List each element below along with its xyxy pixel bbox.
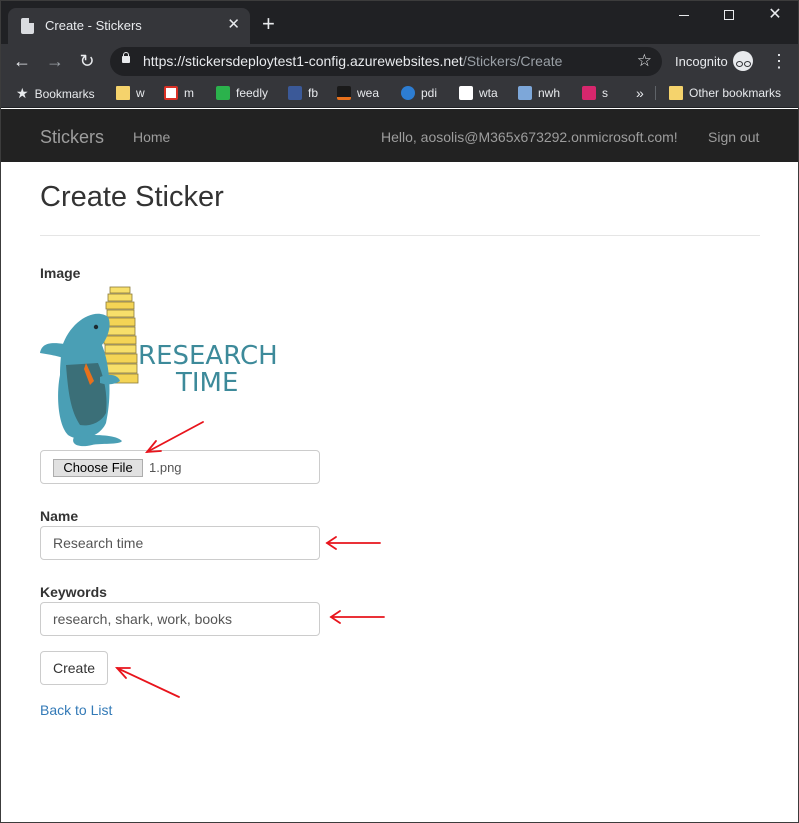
wta-icon: [459, 86, 473, 100]
minimize-window-icon[interactable]: [674, 6, 694, 24]
pdi-icon: [401, 86, 415, 100]
bookmark-item-s[interactable]: s: [582, 85, 608, 101]
bookmark-item-nwh[interactable]: nwh: [518, 85, 560, 101]
name-field[interactable]: [40, 526, 320, 560]
address-bar[interactable]: https://stickersdeploytest1-config.azure…: [110, 47, 662, 76]
bookmark-label: Bookmarks: [34, 87, 95, 101]
url-path: /Stickers/Create: [462, 53, 563, 69]
bookmarks-bar: ★ Bookmarks w m feedly fb wea pdi wta nwh…: [0, 78, 799, 108]
bookmark-label: feedly: [236, 86, 269, 100]
bookmark-label: nwh: [538, 86, 561, 100]
annotation-arrow-name: [325, 536, 381, 550]
bookmark-item-m[interactable]: m: [164, 85, 194, 101]
bookmark-star-icon[interactable]: ☆: [637, 51, 652, 71]
selected-file-name: 1.png: [149, 460, 182, 475]
s-icon: [582, 86, 596, 100]
url-host: https://stickersdeploytest1-config.azure…: [143, 53, 463, 69]
name-label: Name: [40, 508, 79, 524]
page-favicon-icon: [21, 18, 34, 34]
gmail-icon: [164, 86, 178, 100]
browser-tab[interactable]: Create - Stickers ✕: [8, 8, 250, 44]
star-icon: ★: [16, 85, 29, 101]
bookmark-label: wta: [479, 86, 498, 100]
bookmark-item-w[interactable]: w: [116, 85, 145, 101]
keywords-label: Keywords: [40, 584, 107, 600]
sticker-text-line1: RESEARCH: [138, 341, 278, 371]
folder-icon: [669, 86, 683, 100]
create-button[interactable]: Create: [40, 651, 108, 685]
lock-icon[interactable]: [122, 52, 130, 63]
new-tab-icon[interactable]: +: [262, 13, 275, 35]
reload-icon[interactable]: ↻: [77, 51, 97, 71]
browser-title-bar: Create - Stickers ✕ + ✕: [0, 0, 799, 44]
maximize-window-icon[interactable]: [719, 6, 739, 24]
annotation-arrow-keywords: [329, 610, 385, 624]
nav-home-link[interactable]: Home: [133, 129, 170, 145]
bookmark-item-bookmarks[interactable]: ★ Bookmarks: [16, 85, 95, 101]
bookmark-label: pdi: [421, 86, 438, 100]
bookmarks-separator: [655, 86, 656, 100]
nwh-icon: [518, 86, 532, 100]
back-arrow-icon[interactable]: ←: [12, 51, 32, 71]
bookmark-label: Other bookmarks: [689, 86, 782, 100]
bookmarks-overflow-icon[interactable]: »: [636, 85, 644, 101]
bookmark-item-feedly[interactable]: feedly: [216, 85, 268, 101]
bookmark-label: m: [184, 86, 194, 100]
bookmark-item-wea[interactable]: wea: [337, 85, 379, 101]
bookmark-label: fb: [308, 86, 319, 100]
title-divider: [40, 235, 760, 236]
browser-toolbar: ← → ↻ https://stickersdeploytest1-config…: [0, 44, 799, 78]
bookmark-item-other[interactable]: Other bookmarks: [669, 85, 781, 101]
annotation-arrow-create: [114, 667, 180, 698]
feedly-icon: [216, 86, 230, 100]
choose-file-button[interactable]: Choose File: [53, 459, 143, 477]
weather-icon: [337, 86, 351, 100]
url-text[interactable]: https://stickersdeploytest1-config.azure…: [143, 53, 562, 69]
sticker-text-line2: TIME: [175, 368, 238, 398]
tab-close-icon[interactable]: ✕: [227, 17, 240, 33]
bookmark-item-pdi[interactable]: pdi: [401, 85, 437, 101]
forward-arrow-icon[interactable]: →: [45, 51, 65, 71]
bookmark-label: s: [602, 86, 608, 100]
tab-title: Create - Stickers: [45, 18, 142, 33]
image-label: Image: [40, 265, 81, 281]
folder-icon: [116, 86, 130, 100]
facebook-icon: [288, 86, 302, 100]
site-navbar: Stickers Home Hello, aosolis@M365x673292…: [0, 109, 799, 162]
back-to-list-link[interactable]: Back to List: [40, 702, 112, 718]
sign-out-link[interactable]: Sign out: [708, 129, 759, 145]
bookmark-item-wta[interactable]: wta: [459, 85, 498, 101]
bookmark-item-fb[interactable]: fb: [288, 85, 318, 101]
more-menu-icon[interactable]: ⋮: [770, 51, 788, 71]
incognito-icon[interactable]: [733, 51, 753, 71]
brand-link[interactable]: Stickers: [40, 127, 104, 148]
sticker-preview-image: RESEARCH TIME: [40, 286, 278, 447]
file-input[interactable]: Choose File 1.png: [40, 450, 320, 484]
close-window-icon[interactable]: ✕: [765, 6, 785, 24]
keywords-field[interactable]: [40, 602, 320, 636]
page-title: Create Sticker: [40, 181, 224, 213]
bookmark-label: w: [136, 86, 145, 100]
bookmark-label: wea: [357, 86, 380, 100]
incognito-label: Incognito: [675, 54, 728, 69]
user-greeting-link[interactable]: Hello, aosolis@M365x673292.onmicrosoft.c…: [381, 129, 678, 145]
